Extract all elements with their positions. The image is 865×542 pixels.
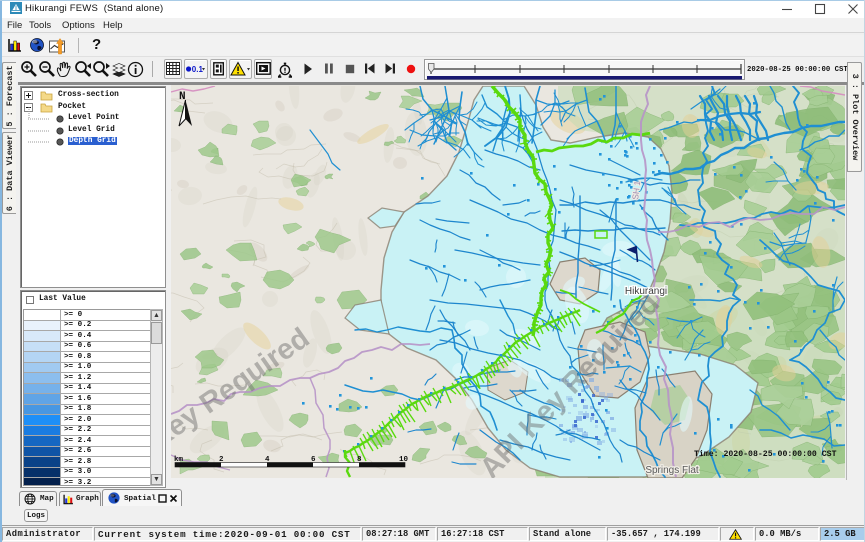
- svg-text:Time: 2020-08-25 00:00:00 CST: Time: 2020-08-25 00:00:00 CST: [694, 449, 837, 459]
- svg-text:Springs Flat: Springs Flat: [645, 465, 699, 476]
- svg-text:0.1: 0.1: [192, 65, 204, 74]
- svg-text:Hikurangi: Hikurangi: [625, 286, 667, 297]
- svg-text:N: N: [179, 91, 186, 103]
